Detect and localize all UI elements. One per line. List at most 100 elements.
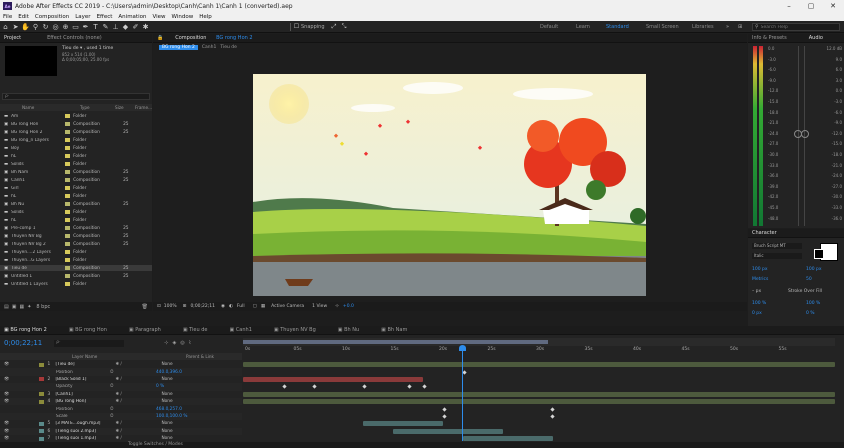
font-size-field[interactable]: 100 px	[752, 267, 768, 272]
pen-tool-icon[interactable]: ✒	[81, 22, 90, 31]
label-color-swatch[interactable]	[65, 170, 71, 175]
workspace-small-screen[interactable]: Small Screen	[646, 21, 679, 33]
project-item[interactable]: ▣ BG rong Hon Composition 25	[0, 121, 152, 127]
label-color-swatch[interactable]	[65, 122, 71, 127]
menu-composition[interactable]: Composition	[32, 14, 72, 20]
zoom-tool-icon[interactable]: ⚲	[31, 22, 40, 31]
keyframe-icon[interactable]	[282, 384, 287, 390]
visibility-eye-icon[interactable]: 👁	[4, 377, 9, 382]
label-color-swatch[interactable]	[65, 186, 71, 191]
keyframe-icon[interactable]	[462, 369, 467, 375]
visibility-eye-icon[interactable]: 👁	[4, 421, 9, 426]
layer-label-swatch[interactable]	[39, 377, 45, 382]
close-button[interactable]: ✕	[822, 0, 844, 12]
workspace-menu-icon[interactable]: »	[726, 21, 729, 33]
keyframe-icon[interactable]	[442, 414, 447, 419]
project-search-input[interactable]: ρ·	[2, 93, 150, 100]
project-item[interactable]: ▣ BG rong Hon 2 Composition 25	[0, 129, 152, 135]
layer-row[interactable]: 👁 5 [3 MATE...ough.mp3] ✱ / None	[0, 420, 242, 427]
minimize-button[interactable]: –	[778, 0, 800, 12]
settings-icon[interactable]: ✦	[27, 304, 31, 310]
property-value[interactable]: 0 %	[156, 384, 164, 389]
label-color-swatch[interactable]	[65, 202, 71, 207]
snapshot-icon[interactable]: ◉	[221, 304, 225, 309]
timecode-display[interactable]: 0;00;22;11	[190, 304, 215, 309]
visibility-eye-icon[interactable]: 👁	[4, 436, 9, 441]
keyframe-icon[interactable]	[312, 384, 317, 390]
menu-window[interactable]: Window	[169, 14, 197, 20]
roto-brush-icon[interactable]: ✐	[131, 22, 140, 31]
stopwatch-icon[interactable]: ⏱	[110, 407, 156, 412]
parent-dropdown[interactable]: None	[161, 436, 172, 441]
layer-row[interactable]: 👁 3 [Canh1] ✱ / None	[0, 391, 242, 398]
layer-label-swatch[interactable]	[34, 414, 39, 418]
visibility-eye-icon[interactable]: 👁	[4, 429, 9, 434]
composition-canvas[interactable]	[253, 74, 646, 296]
project-item[interactable]: ▣ Canh1 Composition 25	[0, 177, 152, 183]
bpc-label[interactable]: 8 bpc	[36, 304, 50, 310]
channel-icon[interactable]: ◐	[229, 304, 233, 309]
property-row[interactable]: Position ⏱ 440.0,396.0	[0, 368, 242, 376]
project-item[interactable]: ▬ Thuyen...G Layers Folder	[0, 257, 152, 263]
stroke-color-swatch[interactable]	[814, 249, 824, 259]
project-item[interactable]: ▬ Untitled 1 Layers Folder	[0, 281, 152, 287]
layer-row[interactable]: 👁 4 [BG rong Hon] ✱ / None	[0, 398, 242, 406]
character-title[interactable]: Character	[748, 230, 781, 236]
expand-icon[interactable]: ⊞	[738, 21, 742, 33]
property-row[interactable]: Opacity ⏱ 0 %	[0, 383, 242, 391]
workspace-default[interactable]: Default	[540, 21, 558, 33]
project-item[interactable]: ▬ Am Folder	[0, 113, 152, 119]
label-color-swatch[interactable]	[65, 266, 71, 271]
tracking-field[interactable]: 50	[806, 277, 812, 282]
stopwatch-icon[interactable]: ⏱	[110, 414, 156, 419]
menu-animation[interactable]: Animation	[115, 14, 149, 20]
project-item[interactable]: ▬ Thuyen....2 Layers Folder	[0, 249, 152, 255]
layer-duration-bar[interactable]	[243, 399, 835, 405]
label-color-swatch[interactable]	[65, 210, 71, 215]
maximize-button[interactable]: ▢	[800, 0, 822, 12]
layer-duration-bar[interactable]	[243, 391, 835, 397]
label-color-swatch[interactable]	[65, 274, 71, 279]
pan-behind-tool-icon[interactable]: ⊕	[61, 22, 70, 31]
timeline-tab[interactable]: ▣ Bh Nam	[377, 327, 411, 333]
label-color-swatch[interactable]	[65, 258, 71, 263]
timeline-tab[interactable]: ▣ Thuyen NV Bg	[270, 327, 320, 333]
work-area-bar[interactable]	[243, 338, 835, 346]
keyframe-icon[interactable]	[442, 406, 447, 412]
label-color-swatch[interactable]	[65, 178, 71, 183]
stopwatch-icon[interactable]: ⏱	[110, 370, 156, 375]
menu-layer[interactable]: Layer	[72, 14, 93, 20]
timeline-tab[interactable]: ▣ Bh Nu	[334, 327, 363, 333]
layer-duration-bar[interactable]	[393, 428, 503, 434]
toggle-switches-modes[interactable]: Toggle Switches / Modes	[128, 442, 183, 447]
switches-icon[interactable]: ✱ /	[115, 436, 161, 441]
menu-help[interactable]: Help	[196, 14, 215, 20]
magnify-icon[interactable]: ⊡	[157, 304, 161, 309]
layer-label-swatch[interactable]	[34, 385, 39, 389]
project-item[interactable]: ▣ Pre-comp 1 Composition 25	[0, 225, 152, 231]
workspace-libraries[interactable]: Libraries	[692, 21, 714, 33]
views-dropdown[interactable]: 1 View	[312, 304, 327, 309]
subtab-tieu-de[interactable]: Tieu de	[220, 45, 237, 50]
project-item[interactable]: ▬ Boy Folder	[0, 145, 152, 151]
parent-dropdown[interactable]: None	[161, 362, 172, 367]
keyframe-icon[interactable]	[407, 384, 412, 390]
layer-label-swatch[interactable]	[39, 362, 45, 367]
timeline-tab[interactable]: ▣ BG rong Hon	[65, 327, 111, 333]
hand-tool-icon[interactable]: ✋	[21, 22, 30, 31]
label-color-swatch[interactable]	[65, 130, 71, 135]
col-name[interactable]: Name	[22, 105, 34, 110]
keyframe-icon[interactable]	[550, 414, 555, 419]
playhead[interactable]	[462, 346, 463, 441]
label-color-swatch[interactable]	[65, 194, 71, 199]
interpret-footage-icon[interactable]: ▤	[4, 304, 9, 310]
layer-duration-bar[interactable]	[243, 377, 423, 382]
project-item[interactable]: ▣ Tieu de Composition 25	[0, 265, 152, 272]
snap-option-icon[interactable]: ⤢	[330, 22, 339, 31]
layer-label-swatch[interactable]	[34, 407, 39, 411]
new-comp-icon[interactable]: ▦	[19, 304, 24, 310]
layer-label-swatch[interactable]	[39, 392, 45, 397]
baseline-shift-field[interactable]: 0 px	[752, 311, 762, 316]
property-value[interactable]: 468.0,257.0	[156, 407, 182, 412]
project-item[interactable]: ▬ hL Folder	[0, 193, 152, 199]
